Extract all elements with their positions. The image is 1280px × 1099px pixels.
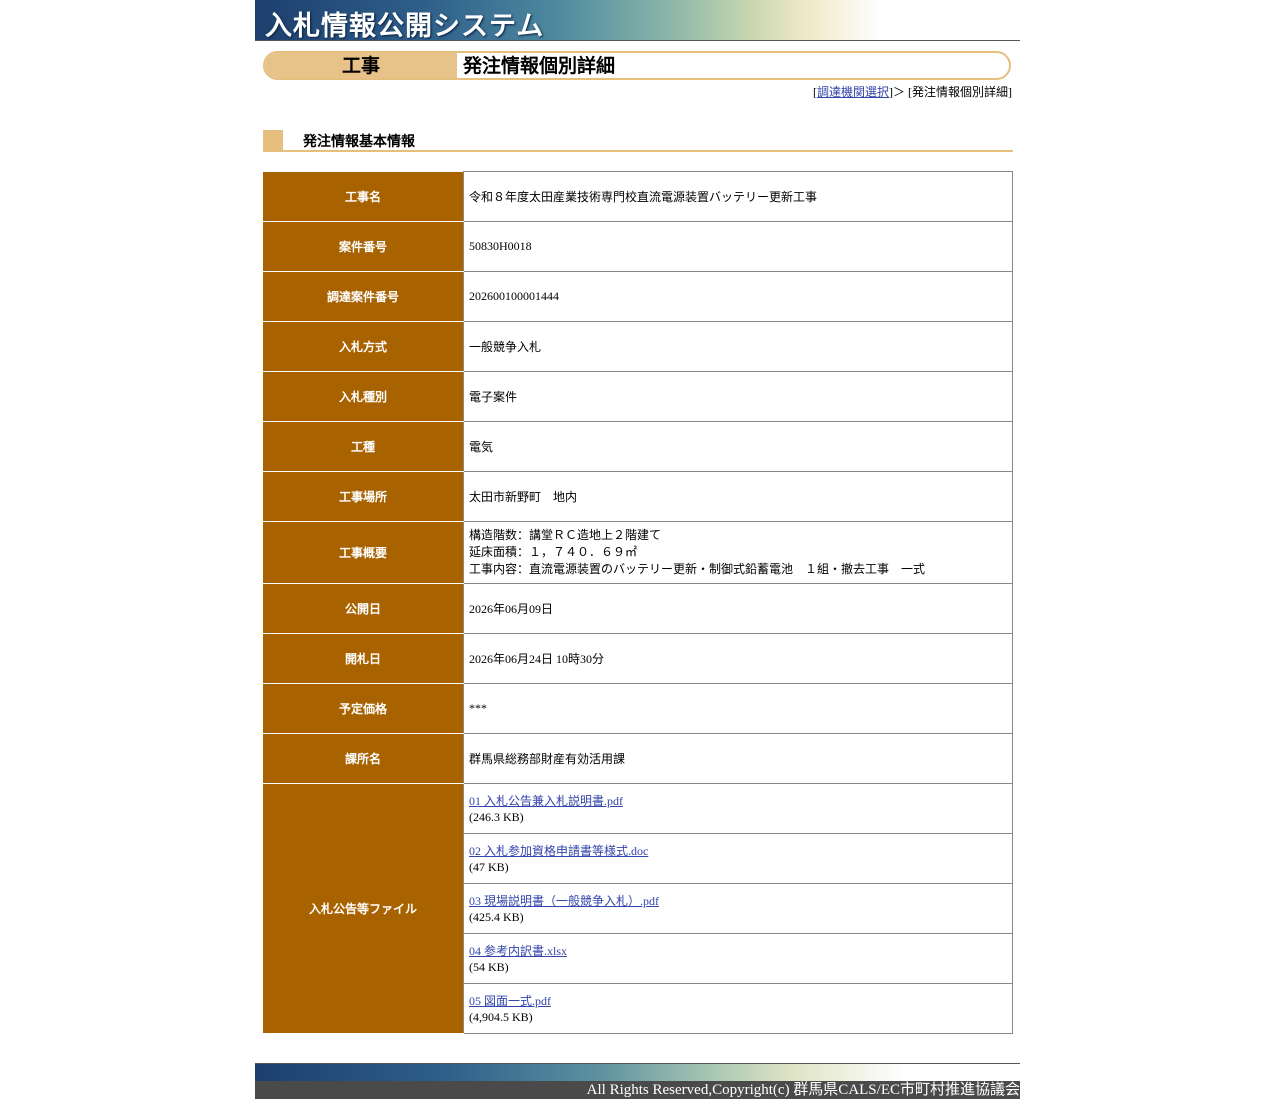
table-row: 入札公告等ファイル 01 入札公告兼入札説明書.pdf (246.3 KB): [263, 783, 1013, 1034]
breadcrumb-close: ]: [1008, 85, 1012, 99]
detail-table: 工事名 令和８年度太田産業技術専門校直流電源装置バッテリー更新工事 案件番号 5…: [263, 171, 1013, 1034]
system-title: 入札情報公開システム: [265, 11, 545, 42]
table-row: 工種 電気: [263, 421, 1013, 472]
section-heading: 発注情報基本情報: [263, 130, 1013, 152]
table-row: 調達案件番号 202600100001444: [263, 271, 1013, 322]
breadcrumb-separator: ]＞ [: [888, 85, 912, 99]
file-size: (425.4 KB): [469, 909, 524, 924]
bid-type-value: 電子案件: [463, 371, 1013, 422]
work-type-value: 電気: [463, 421, 1013, 472]
row-label: 入札公告等ファイル: [263, 783, 464, 1034]
row-label: 入札種別: [263, 371, 464, 422]
overview-line: 構造階数：講堂ＲＣ造地上２階建て: [469, 528, 662, 542]
table-row: 入札種別 電子案件: [263, 371, 1013, 422]
overview-value: 構造階数：講堂ＲＣ造地上２階建て 延床面積：１，７４０．６９㎡ 工事内容：直流電…: [463, 521, 1013, 584]
row-label: 予定価格: [263, 683, 464, 734]
row-label: 工事概要: [263, 521, 464, 584]
table-row: 課所名 群馬県総務部財産有効活用課: [263, 733, 1013, 784]
heading-marker: [263, 130, 283, 150]
bid-method-value: 一般競争入札: [463, 321, 1013, 372]
page: 入札情報公開システム 工事 発注情報個別詳細 [調達機関選択]＞ [発注情報個別…: [255, 0, 1020, 1099]
file-link[interactable]: 01 入札公告兼入札説明書.pdf: [469, 793, 1007, 809]
file-cell: 03 現場説明書（一般競争入札）.pdf (425.4 KB): [463, 883, 1013, 934]
row-label: 工種: [263, 421, 464, 472]
overview-line: 工事内容：直流電源装置のバッテリー更新・制御式鉛蓄電池 １組・撤去工事 一式: [469, 562, 926, 576]
file-cell: 05 図面一式.pdf (4,904.5 KB): [463, 983, 1013, 1034]
table-row: 予定価格 ***: [263, 683, 1013, 734]
row-label: 開札日: [263, 633, 464, 684]
case-number-value: 50830H0018: [463, 221, 1013, 272]
table-row: 案件番号 50830H0018: [263, 221, 1013, 272]
page-title-bar: 工事 発注情報個別詳細: [263, 51, 1011, 80]
file-link[interactable]: 05 図面一式.pdf: [469, 993, 1007, 1009]
footer-banner: [255, 1063, 1020, 1082]
breadcrumb-current: 発注情報個別詳細: [911, 85, 1008, 99]
row-label: 公開日: [263, 583, 464, 634]
table-row: 開札日 2026年06月24日 10時30分: [263, 633, 1013, 684]
row-label: 案件番号: [263, 221, 464, 272]
breadcrumb-link-agency-select[interactable]: 調達機関選択: [817, 85, 889, 99]
construction-name-value: 令和８年度太田産業技術専門校直流電源装置バッテリー更新工事: [463, 171, 1013, 222]
file-size: (54 KB): [469, 959, 509, 974]
row-label: 工事名: [263, 171, 464, 222]
opening-date-value: 2026年06月24日 10時30分: [463, 633, 1013, 684]
file-cell: 04 参考内訳書.xlsx (54 KB): [463, 933, 1013, 984]
file-link[interactable]: 03 現場説明書（一般競争入札）.pdf: [469, 893, 1007, 909]
table-row: 工事概要 構造階数：講堂ＲＣ造地上２階建て 延床面積：１，７４０．６９㎡ 工事内…: [263, 521, 1013, 584]
row-label: 工事場所: [263, 471, 464, 522]
header-banner: 入札情報公開システム: [255, 0, 1020, 42]
page-title: 発注情報個別詳細: [463, 55, 616, 77]
table-row: 工事名 令和８年度太田産業技術専門校直流電源装置バッテリー更新工事: [263, 171, 1013, 222]
section-heading-label: 発注情報基本情報: [303, 134, 415, 150]
file-cell: 02 入札参加資格申請書等様式.doc (47 KB): [463, 833, 1013, 884]
category-label: 工事: [265, 53, 457, 78]
file-size: (246.3 KB): [469, 809, 524, 824]
overview-line: 延床面積：１，７４０．６９㎡: [469, 545, 638, 559]
file-link[interactable]: 04 参考内訳書.xlsx: [469, 943, 1007, 959]
table-row: 工事場所 太田市新野町 地内: [263, 471, 1013, 522]
row-label: 入札方式: [263, 321, 464, 372]
file-size: (47 KB): [469, 859, 509, 874]
estimated-price-value: ***: [463, 683, 1013, 734]
file-size: (4,904.5 KB): [469, 1009, 533, 1024]
breadcrumb: [調達機関選択]＞ [発注情報個別詳細]: [813, 83, 1012, 100]
file-cell: 01 入札公告兼入札説明書.pdf (246.3 KB): [463, 783, 1013, 834]
department-value: 群馬県総務部財産有効活用課: [463, 733, 1013, 784]
table-row: 入札方式 一般競争入札: [263, 321, 1013, 372]
publish-date-value: 2026年06月09日: [463, 583, 1013, 634]
row-label: 課所名: [263, 733, 464, 784]
table-row: 公開日 2026年06月09日: [263, 583, 1013, 634]
file-link[interactable]: 02 入札参加資格申請書等様式.doc: [469, 843, 1007, 859]
row-label: 調達案件番号: [263, 271, 464, 322]
procurement-number-value: 202600100001444: [463, 271, 1013, 322]
footer-copyright: All Rights Reserved,Copyright(c) 群馬県CALS…: [255, 1081, 1020, 1099]
location-value: 太田市新野町 地内: [463, 471, 1013, 522]
